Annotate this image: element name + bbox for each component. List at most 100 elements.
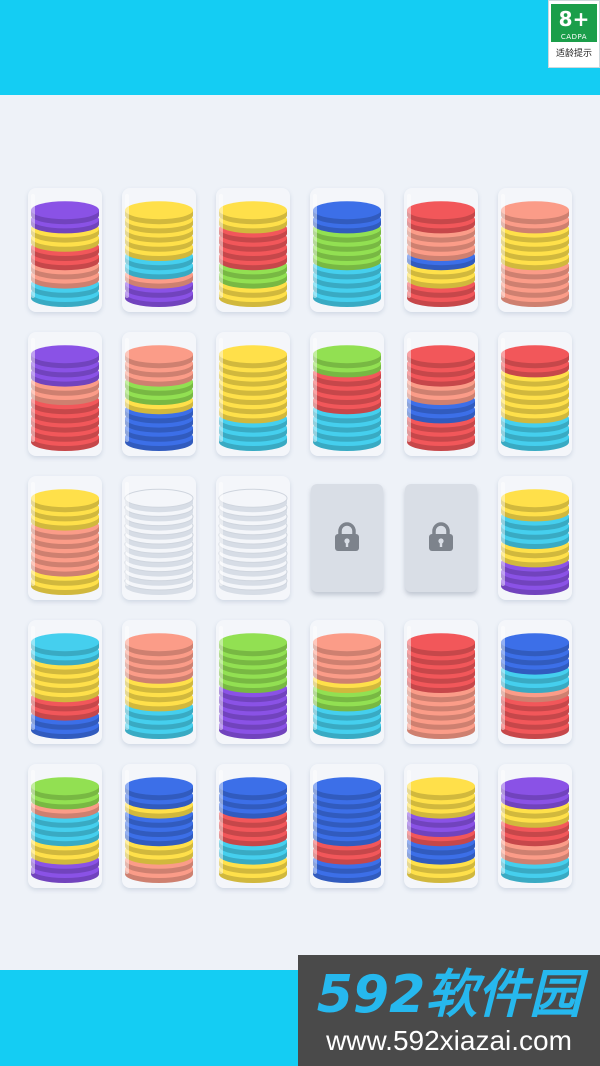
- purple-disc: [31, 345, 99, 369]
- tube-highlight: [125, 338, 129, 442]
- disc-stack: [501, 194, 569, 307]
- coin-tube[interactable]: [216, 188, 290, 312]
- watermark-url: www.592xiazai.com: [326, 1025, 572, 1056]
- coin-tube[interactable]: [404, 764, 478, 888]
- yellow-disc: [501, 489, 569, 513]
- salmon-disc: [313, 633, 381, 657]
- coin-tube[interactable]: [216, 332, 290, 456]
- disc-stack: [407, 626, 475, 739]
- tube-highlight: [219, 194, 223, 298]
- tube-highlight: [313, 770, 317, 874]
- tube-highlight: [219, 770, 223, 874]
- disc-stack: [125, 626, 193, 739]
- tube-highlight: [31, 194, 35, 298]
- coin-tube[interactable]: [28, 764, 102, 888]
- coin-tube[interactable]: [498, 332, 572, 456]
- coin-tube[interactable]: [122, 764, 196, 888]
- coin-tube[interactable]: [310, 620, 384, 744]
- tube-highlight: [407, 626, 411, 730]
- age-rating-value: 8+: [558, 7, 590, 31]
- disc-stack: [31, 626, 99, 739]
- disc-stack: [407, 338, 475, 451]
- disc-stack: [313, 338, 381, 451]
- disc-stack: [407, 770, 475, 883]
- coin-tube[interactable]: [498, 620, 572, 744]
- coin-tube[interactable]: [28, 332, 102, 456]
- blue-disc: [313, 201, 381, 225]
- coin-tube[interactable]: [122, 620, 196, 744]
- coin-tube[interactable]: [310, 764, 384, 888]
- red-disc: [407, 633, 475, 657]
- age-rating-badge: 8+ CADPA 适龄提示: [548, 0, 600, 68]
- coin-tube[interactable]: [404, 188, 478, 312]
- tube-highlight: [31, 626, 35, 730]
- salmon-disc: [125, 633, 193, 657]
- tube-highlight: [501, 338, 505, 442]
- salmon-disc: [501, 201, 569, 225]
- coin-tube[interactable]: [122, 332, 196, 456]
- disc-stack: [313, 770, 381, 883]
- coin-tube[interactable]: [122, 188, 196, 312]
- disc-stack: [407, 194, 475, 307]
- lock-icon: [429, 522, 453, 551]
- coin-tube[interactable]: [28, 476, 102, 600]
- coin-tube[interactable]: [498, 188, 572, 312]
- tube-highlight: [407, 338, 411, 442]
- disc-stack: [313, 194, 381, 307]
- coin-tube[interactable]: [310, 188, 384, 312]
- disc-stack: [125, 338, 193, 451]
- coin-tube[interactable]: [498, 476, 572, 600]
- yellow-disc: [219, 345, 287, 369]
- disc-stack: [219, 770, 287, 883]
- red-disc: [501, 345, 569, 369]
- tube-highlight: [219, 482, 223, 586]
- tube-highlight: [31, 338, 35, 442]
- coin-tube[interactable]: [216, 620, 290, 744]
- red-disc: [407, 345, 475, 369]
- green-disc: [313, 345, 381, 369]
- empty-tube[interactable]: [122, 476, 196, 600]
- tube-highlight: [219, 626, 223, 730]
- yellow-disc: [31, 489, 99, 513]
- white-disc: [124, 488, 194, 513]
- disc-stack: [219, 194, 287, 307]
- red-disc: [407, 201, 475, 225]
- disc-stack: [218, 482, 288, 595]
- top-bar: [0, 0, 600, 95]
- lock-icon: [335, 522, 359, 551]
- yellow-disc: [219, 201, 287, 225]
- purple-disc: [501, 777, 569, 801]
- tube-highlight: [407, 770, 411, 874]
- tube-highlight: [313, 626, 317, 730]
- coin-tube[interactable]: [216, 764, 290, 888]
- coin-tube[interactable]: [28, 620, 102, 744]
- tube-highlight: [125, 770, 129, 874]
- disc-stack: [501, 338, 569, 451]
- locked-slot[interactable]: [311, 484, 383, 592]
- coin-tube[interactable]: [404, 332, 478, 456]
- disc-stack: [313, 626, 381, 739]
- tube-highlight: [313, 194, 317, 298]
- disc-stack: [31, 482, 99, 595]
- disc-stack: [31, 194, 99, 307]
- purple-disc: [31, 201, 99, 225]
- disc-stack: [501, 626, 569, 739]
- coin-tube[interactable]: [498, 764, 572, 888]
- tube-highlight: [313, 338, 317, 442]
- tube-highlight: [501, 626, 505, 730]
- yellow-disc: [407, 777, 475, 801]
- coin-tube[interactable]: [28, 188, 102, 312]
- age-rating-box: 8+ CADPA: [551, 4, 597, 42]
- watermark: 592软件园 www.592xiazai.com: [298, 955, 600, 1066]
- blue-disc: [313, 777, 381, 801]
- coin-tube[interactable]: [404, 620, 478, 744]
- empty-tube[interactable]: [216, 476, 290, 600]
- salmon-disc: [125, 345, 193, 369]
- coin-tube[interactable]: [310, 332, 384, 456]
- disc-stack: [31, 770, 99, 883]
- locked-slot[interactable]: [405, 484, 477, 592]
- disc-stack: [124, 482, 194, 595]
- tube-highlight: [219, 338, 223, 442]
- age-rating-tip: 适龄提示: [555, 49, 592, 59]
- disc-stack: [125, 194, 193, 307]
